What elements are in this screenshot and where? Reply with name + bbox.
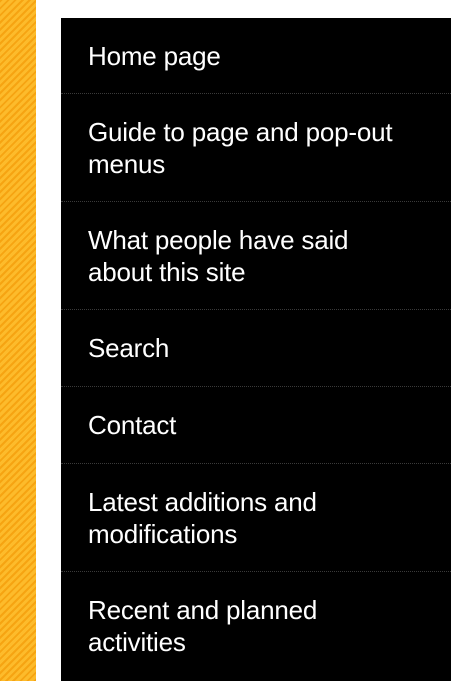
menu-item-label: Guide to page and pop-out menus (88, 116, 393, 179)
menu-item-label: Contact (88, 410, 177, 440)
menu-item-label: Home page (88, 40, 221, 71)
menu-item-what-people-said[interactable]: What people have said about this site (61, 202, 451, 310)
site-navigation-menu: Home page Guide to page and pop-out menu… (61, 18, 451, 681)
menu-item-latest-additions[interactable]: Latest additions and modifications (61, 464, 451, 572)
menu-item-guide[interactable]: Guide to page and pop-out menus (61, 94, 451, 202)
menu-item-label: What people have said about this site (88, 224, 349, 287)
menu-item-search[interactable]: Search (61, 310, 451, 387)
decorative-stripe (0, 0, 36, 681)
menu-item-label: Recent and planned activities (88, 595, 318, 657)
menu-item-contact[interactable]: Contact (61, 387, 451, 464)
menu-item-label: Search (88, 333, 170, 363)
menu-item-recent-activities[interactable]: Recent and planned activities (61, 572, 451, 680)
menu-item-label: Latest additions and modifications (88, 486, 317, 549)
menu-item-home-page[interactable]: Home page (61, 18, 451, 94)
